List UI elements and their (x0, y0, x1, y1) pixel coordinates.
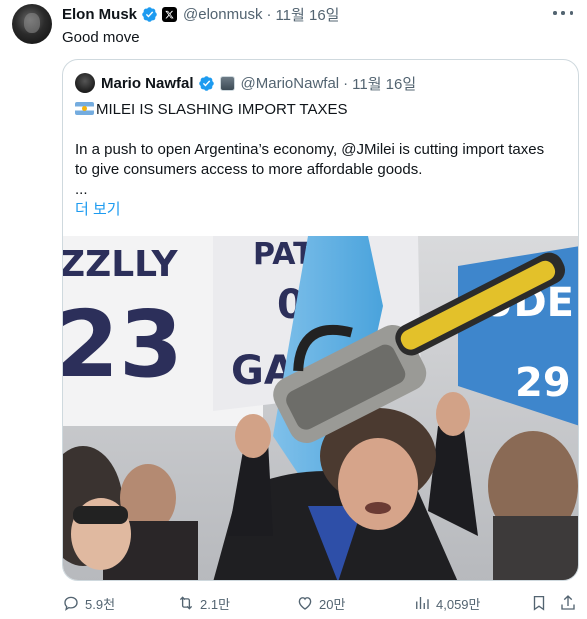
more-dots-icon[interactable] (553, 5, 573, 21)
photo-banner-text: 23 (63, 291, 183, 398)
share-icon (561, 595, 575, 610)
tweet-header: Elon Musk @elonmusk · 11월 16일 (62, 4, 339, 24)
view-count: 4,059만 (436, 596, 481, 612)
action-bar: 5.9천 2.1만 20만 4,059만 (62, 592, 579, 614)
quoted-tweet-header: Mario Nawfal @MarioNawfal · 11월 16일 (75, 73, 416, 93)
author-handle[interactable]: @elonmusk (183, 6, 262, 23)
bookmark-icon (533, 595, 545, 611)
photo-banner-text: ZZLLY (63, 244, 178, 285)
quoted-tweet-body: MILEI IS SLASHING IMPORT TAXES In a push… (75, 100, 570, 220)
repost-button[interactable]: 2.1만 (177, 592, 230, 614)
quoted-ellipsis: ... (75, 181, 88, 198)
views-button[interactable]: 4,059만 (413, 592, 481, 614)
separator-dot: · (266, 5, 272, 23)
argentina-flag-icon (75, 102, 94, 115)
x-affiliate-icon (162, 6, 178, 22)
heart-icon (298, 597, 312, 610)
reply-count: 5.9천 (85, 596, 116, 612)
show-more-link[interactable]: 더 보기 (75, 201, 121, 218)
quoted-tweet-timestamp: 11월 16일 (352, 75, 417, 93)
quoted-body-line: In a push to open Argentina’s economy, @… (75, 141, 545, 158)
quoted-author-name: Mario Nawfal (101, 74, 194, 92)
tweet-timestamp[interactable]: 11월 16일 (275, 4, 339, 25)
verified-badge-icon (198, 75, 214, 91)
verified-badge-icon (142, 6, 157, 22)
quoted-tweet[interactable]: Mario Nawfal @MarioNawfal · 11월 16일 MILE… (62, 59, 579, 581)
quoted-headline-line: MILEI IS SLASHING IMPORT TAXES (75, 100, 570, 120)
author-name[interactable]: Elon Musk (62, 6, 137, 23)
quoted-photo[interactable]: ZZLLY 23 PAT 09 GAN UDE 29 (63, 236, 578, 580)
quoted-body-line: to give consumers access to more afforda… (75, 161, 423, 178)
share-button[interactable] (559, 592, 577, 614)
separator-dot: · (343, 74, 349, 92)
quoted-author-handle: @MarioNawfal (240, 74, 340, 92)
bookmark-button[interactable] (530, 592, 548, 614)
like-count: 20만 (319, 596, 346, 612)
tweet-text: Good move (62, 29, 140, 46)
author-avatar[interactable] (12, 4, 52, 44)
like-button[interactable]: 20만 (296, 592, 345, 614)
quoted-headline: MILEI IS SLASHING IMPORT TAXES (96, 101, 348, 118)
repost-count: 2.1만 (200, 596, 231, 612)
affiliate-badge-icon (219, 75, 235, 91)
quoted-author-avatar (75, 73, 95, 93)
photo-banner-text: 29 (515, 360, 571, 406)
bar-chart-icon (416, 597, 429, 609)
reply-button[interactable]: 5.9천 (62, 592, 115, 614)
repost-icon (179, 596, 193, 610)
reply-icon (64, 596, 78, 611)
